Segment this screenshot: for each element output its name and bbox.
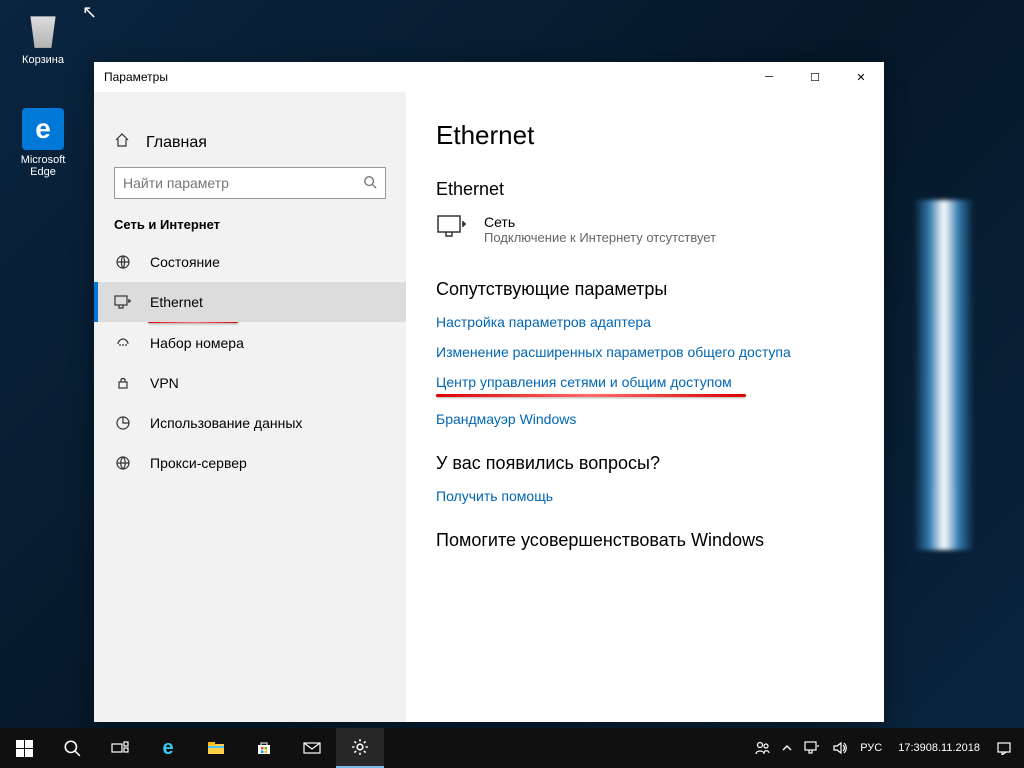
sidebar-item-dialup[interactable]: Набор номера xyxy=(94,323,406,363)
desktop-recycle-bin[interactable]: Корзина xyxy=(8,8,78,66)
taskbar-mail[interactable] xyxy=(288,728,336,768)
home-button[interactable]: Главная xyxy=(94,132,406,167)
start-button[interactable] xyxy=(0,728,48,768)
wallpaper-light xyxy=(914,200,974,550)
content-pane: Ethernet Ethernet Сеть Подключение к Инт… xyxy=(406,92,884,722)
sidebar-item-label: Прокси-сервер xyxy=(150,455,247,471)
dialup-icon xyxy=(114,334,132,352)
edge-label: Microsoft Edge xyxy=(8,154,78,178)
desktop-edge[interactable]: e Microsoft Edge xyxy=(8,108,78,178)
sidebar-item-ethernet[interactable]: Ethernet xyxy=(94,282,406,322)
network-status: Подключение к Интернету отсутствует xyxy=(484,230,716,245)
recycle-bin-label: Корзина xyxy=(8,54,78,66)
system-tray: РУС 17:39 08.11.2018 xyxy=(748,728,1024,768)
network-entry[interactable]: Сеть Подключение к Интернету отсутствует xyxy=(436,214,854,245)
windows-logo-icon xyxy=(16,740,33,757)
taskbar-search[interactable] xyxy=(48,728,96,768)
tray-network-icon[interactable] xyxy=(798,728,826,768)
maximize-button[interactable]: ☐ xyxy=(792,62,838,92)
settings-window: Параметры ─ ☐ ✕ Главная Сеть и xyxy=(94,62,884,722)
cursor-icon: ↖ xyxy=(82,2,97,23)
clock-date: 08.11.2018 xyxy=(926,741,980,755)
tray-people[interactable] xyxy=(748,728,776,768)
sidebar-item-data-usage[interactable]: Использование данных xyxy=(94,403,406,443)
show-desktop-button[interactable] xyxy=(1018,728,1024,768)
sidebar-item-proxy[interactable]: Прокси-сервер xyxy=(94,443,406,483)
taskbar: e РУС xyxy=(0,728,1024,768)
improve-heading: Помогите усовершенствовать Windows xyxy=(436,530,854,551)
taskbar-edge[interactable]: e xyxy=(144,728,192,768)
sidebar-item-label: Ethernet xyxy=(150,294,203,310)
edge-icon: e xyxy=(22,108,64,150)
sidebar-item-label: VPN xyxy=(150,375,179,391)
window-title: Параметры xyxy=(104,70,746,84)
sidebar-item-vpn[interactable]: VPN xyxy=(94,363,406,403)
tray-up-icon[interactable] xyxy=(776,728,798,768)
proxy-icon xyxy=(114,454,132,472)
data-usage-icon xyxy=(114,414,132,432)
sidebar-section-label: Сеть и Интернет xyxy=(94,217,406,242)
minimize-button[interactable]: ─ xyxy=(746,62,792,92)
search-box[interactable] xyxy=(114,167,386,199)
link-get-help[interactable]: Получить помощь xyxy=(436,488,854,504)
questions-heading: У вас появились вопросы? xyxy=(436,453,854,474)
close-button[interactable]: ✕ xyxy=(838,62,884,92)
link-adapter-options[interactable]: Настройка параметров адаптера xyxy=(436,314,854,330)
tray-notifications[interactable] xyxy=(990,728,1018,768)
clock-time: 17:39 xyxy=(898,741,926,755)
home-label: Главная xyxy=(146,134,207,152)
tray-language[interactable]: РУС xyxy=(854,728,888,768)
section-ethernet-heading: Ethernet xyxy=(436,179,854,200)
taskbar-explorer[interactable] xyxy=(192,728,240,768)
tray-clock[interactable]: 17:39 08.11.2018 xyxy=(888,728,990,768)
sidebar-item-label: Состояние xyxy=(150,254,220,270)
link-network-center[interactable]: Центр управления сетями и общим доступом xyxy=(436,374,854,390)
network-name: Сеть xyxy=(484,214,716,230)
status-icon xyxy=(114,253,132,271)
taskbar-settings[interactable] xyxy=(336,728,384,768)
taskbar-store[interactable] xyxy=(240,728,288,768)
search-icon xyxy=(363,175,377,192)
link-advanced-sharing[interactable]: Изменение расширенных параметров общего … xyxy=(436,344,854,360)
sidebar-item-label: Набор номера xyxy=(150,335,244,351)
page-title: Ethernet xyxy=(436,120,854,151)
link-firewall[interactable]: Брандмауэр Windows xyxy=(436,411,854,427)
tray-volume-icon[interactable] xyxy=(826,728,854,768)
search-input[interactable] xyxy=(123,175,363,191)
titlebar[interactable]: Параметры ─ ☐ ✕ xyxy=(94,62,884,92)
edge-icon: e xyxy=(162,737,173,760)
home-icon xyxy=(114,132,132,153)
task-view-button[interactable] xyxy=(96,728,144,768)
annotation-underline-wide xyxy=(436,394,746,397)
ethernet-icon xyxy=(114,293,132,311)
related-heading: Сопутствующие параметры xyxy=(436,279,854,300)
sidebar: Главная Сеть и Интернет Состояние xyxy=(94,92,406,722)
sidebar-item-label: Использование данных xyxy=(150,415,302,431)
sidebar-item-status[interactable]: Состояние xyxy=(94,242,406,282)
recycle-bin-icon xyxy=(22,8,64,50)
vpn-icon xyxy=(114,374,132,392)
network-monitor-icon xyxy=(436,214,468,242)
